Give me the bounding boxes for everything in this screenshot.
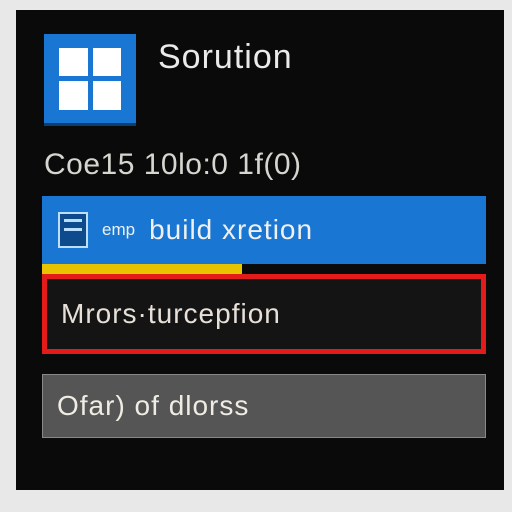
document-icon: [58, 212, 88, 248]
build-action-label: build xretion: [149, 214, 313, 246]
neutral-action-button[interactable]: Ofar) of dlorss: [42, 374, 486, 438]
error-action-label: Mrors·turcepfion: [61, 298, 281, 330]
solution-panel: Sorution Coe15 10lo:0 1f(0) emp build xr…: [16, 10, 504, 490]
actions-list: emp build xretion: [18, 196, 502, 264]
windows-logo-icon: [59, 48, 121, 110]
neutral-action-label: Ofar) of dlorss: [57, 390, 249, 422]
build-action-button[interactable]: emp build xretion: [42, 196, 486, 264]
windows-tile[interactable]: [44, 34, 136, 126]
error-action-button[interactable]: Mrors·turcepfion: [42, 274, 486, 354]
panel-header: Sorution: [18, 12, 502, 126]
status-line: Coe15 10lo:0 1f(0): [18, 126, 502, 196]
panel-title: Sorution: [158, 38, 293, 77]
build-action-small-label: emp: [102, 220, 135, 240]
warning-bar: [42, 264, 242, 274]
actions-list-2: Mrors·turcepfion Ofar) of dlorss: [18, 274, 502, 438]
